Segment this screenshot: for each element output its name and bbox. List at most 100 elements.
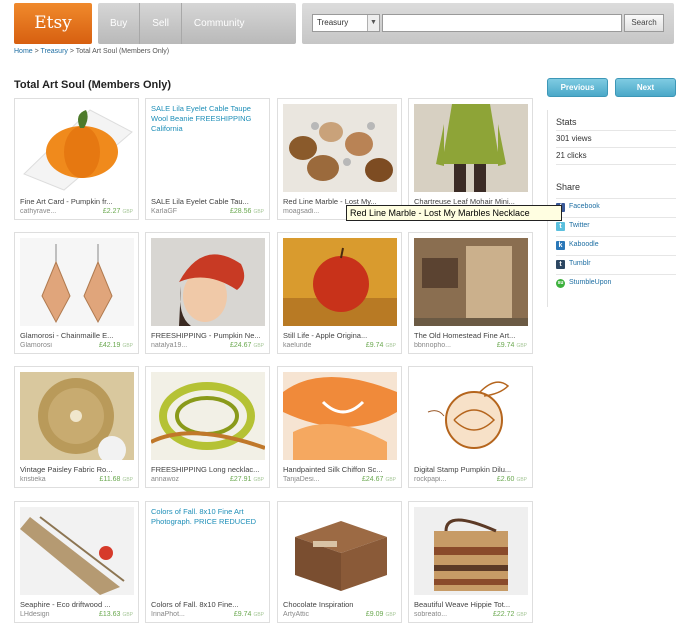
item-thumbnail[interactable]	[283, 507, 397, 595]
item-title[interactable]: Vintage Paisley Fabric Ro...	[20, 465, 134, 474]
next-button[interactable]: Next	[615, 78, 676, 97]
item-thumbnail[interactable]	[20, 372, 134, 464]
price-value: £9.09	[365, 611, 384, 618]
item-shop[interactable]: TanjaDesi...	[283, 476, 353, 483]
price-currency: GBP	[385, 477, 396, 483]
share-heading: Share	[556, 182, 581, 192]
treasury-item[interactable]: SALE Lila Eyelet Cable Taupe Wool Beanie…	[145, 98, 270, 220]
price-currency: GBP	[122, 343, 133, 349]
item-thumbnail[interactable]	[283, 104, 397, 192]
item-title[interactable]: FREESHIPPING - Pumpkin Ne...	[151, 331, 265, 340]
item-shop[interactable]: moagsadi...	[283, 208, 353, 215]
treasury-item[interactable]: Vintage Paisley Fabric Ro... kristieka £11…	[14, 366, 139, 488]
search-category-label: Treasury	[317, 18, 349, 27]
item-price: £9.09 GBP	[366, 611, 396, 618]
item-title[interactable]: Digital Stamp Pumpkin Dilu...	[414, 465, 528, 474]
treasury-item[interactable]: The Old Homestead Fine Art... bbnnopho...…	[408, 232, 533, 354]
share-kaboodle[interactable]: k Kaboodle	[556, 236, 676, 254]
treasury-item[interactable]: Colors of Fall. 8x10 Fine Art Photograph…	[145, 501, 270, 623]
views-count: 301 views	[556, 130, 676, 146]
treasury-item[interactable]: Glamorosi - Chainmaille E... Glamorosi £42…	[14, 232, 139, 354]
twitter-icon: t	[556, 222, 565, 231]
item-thumbnail[interactable]	[20, 104, 134, 192]
item-shop[interactable]: bbnnopho...	[414, 342, 484, 349]
share-label: Facebook	[569, 203, 600, 210]
search-button[interactable]: Search	[624, 14, 664, 32]
item-title[interactable]: Still Life - Apple Origina...	[283, 331, 397, 340]
item-thumbnail[interactable]	[283, 238, 397, 326]
clicks-count: 21 clicks	[556, 147, 676, 163]
search-input[interactable]	[382, 14, 622, 32]
breadcrumb-treasury[interactable]: Treasury	[41, 48, 68, 55]
item-alt-text[interactable]: Colors of Fall. 8x10 Fine Art Photograph…	[151, 507, 265, 527]
treasury-item[interactable]: Chartreuse Leaf Mohair Mini...	[408, 98, 533, 220]
etsy-logo[interactable]: Etsy	[14, 3, 92, 44]
treasury-item[interactable]: Still Life - Apple Origina... kaelunde £9.…	[277, 232, 402, 354]
previous-button[interactable]: Previous	[547, 78, 608, 97]
treasury-item[interactable]: Red Line Marble - Lost My... moagsadi...	[277, 98, 402, 220]
item-shop[interactable]: IrinaPhot...	[151, 611, 221, 618]
price-value: £11.68	[99, 476, 121, 483]
item-price: £2.60 GBP	[497, 476, 527, 483]
item-shop[interactable]: kristieka	[20, 476, 90, 483]
item-shop[interactable]: sobreato...	[414, 611, 484, 618]
item-title[interactable]: Glamorosi - Chainmaille E...	[20, 331, 134, 340]
item-thumbnail[interactable]	[150, 372, 266, 460]
treasury-item[interactable]: Handpainted Silk Chiffon Sc... TanjaDesi.…	[277, 366, 402, 488]
treasury-item[interactable]: FREESHIPPING Long necklac... annawoz £27.9…	[145, 366, 270, 488]
treasury-item[interactable]: FREESHIPPING - Pumpkin Ne... natalya19...…	[145, 232, 270, 354]
breadcrumb-home[interactable]: Home	[14, 48, 33, 55]
item-thumbnail[interactable]	[414, 238, 528, 326]
item-thumbnail[interactable]	[151, 238, 265, 326]
search-category-select[interactable]: Treasury ▼	[312, 14, 380, 32]
price-currency: GBP	[516, 612, 527, 618]
item-shop[interactable]: KarlaGF	[151, 208, 221, 215]
treasury-item[interactable]: Digital Stamp Pumpkin Dilu... rockpapi...…	[408, 366, 533, 488]
item-title[interactable]: Chocolate Inspiration	[283, 600, 397, 609]
nav-sell[interactable]: Sell	[140, 3, 182, 44]
price-value: £2.60	[496, 476, 515, 483]
price-currency: GBP	[385, 612, 396, 618]
treasury-item[interactable]: Seaphire - Eco driftwood ... LHdesign £13.…	[14, 501, 139, 623]
item-title[interactable]: SALE Lila Eyelet Cable Tau...	[151, 197, 265, 206]
share-stumbleupon[interactable]: su StumbleUpon	[556, 274, 676, 292]
treasury-item[interactable]: Fine Art Card - Pumpkin fr... cathyrave..…	[14, 98, 139, 220]
item-thumbnail[interactable]	[20, 238, 134, 326]
share-facebook[interactable]: fFacebook	[556, 198, 676, 216]
item-title[interactable]: Fine Art Card - Pumpkin fr...	[20, 197, 134, 206]
item-thumbnail[interactable]	[283, 372, 397, 460]
price-value: £9.74	[233, 611, 252, 618]
chevron-down-icon[interactable]: ▼	[367, 15, 379, 31]
item-shop[interactable]: rockpapi...	[414, 476, 484, 483]
price-currency: GBP	[122, 209, 133, 215]
item-thumbnail[interactable]	[20, 507, 134, 595]
kaboodle-icon: k	[556, 241, 565, 250]
item-thumbnail[interactable]	[414, 372, 528, 460]
share-tumblr[interactable]: t Tumblr	[556, 255, 676, 273]
treasury-item[interactable]: Beautiful Weave Hippie Tot... sobreato...…	[408, 501, 533, 623]
item-thumbnail[interactable]	[414, 104, 528, 192]
item-title[interactable]: Handpainted Silk Chiffon Sc...	[283, 465, 397, 474]
item-shop[interactable]: LHdesign	[20, 611, 90, 618]
item-shop[interactable]: Glamorosi	[20, 342, 90, 349]
item-thumbnail[interactable]	[414, 507, 528, 595]
item-alt-text[interactable]: SALE Lila Eyelet Cable Taupe Wool Beanie…	[151, 104, 265, 134]
item-title[interactable]: FREESHIPPING Long necklac...	[151, 465, 265, 474]
item-title[interactable]: Colors of Fall. 8x10 Fine...	[151, 600, 265, 609]
price-value: £13.63	[99, 611, 121, 618]
treasury-item[interactable]: Chocolate Inspiration ArtyAttic £9.09 GBP	[277, 501, 402, 623]
item-title[interactable]: Beautiful Weave Hippie Tot...	[414, 600, 528, 609]
tooltip: Red Line Marble - Lost My Marbles Neckla…	[346, 205, 562, 221]
tumblr-icon: t	[556, 260, 565, 269]
item-shop[interactable]: ArtyAttic	[283, 611, 353, 618]
item-shop[interactable]: natalya19...	[151, 342, 221, 349]
nav-buy[interactable]: Buy	[98, 3, 141, 44]
share-twitter[interactable]: t Twitter	[556, 217, 676, 235]
item-title[interactable]: The Old Homestead Fine Art...	[414, 331, 528, 340]
item-shop[interactable]: kaelunde	[283, 342, 353, 349]
item-shop[interactable]: annawoz	[151, 476, 221, 483]
item-price: £24.67 GBP	[362, 476, 396, 483]
item-shop[interactable]: cathyrave...	[20, 208, 90, 215]
item-title[interactable]: Seaphire - Eco driftwood ...	[20, 600, 134, 609]
nav-community[interactable]: Community	[182, 3, 257, 44]
